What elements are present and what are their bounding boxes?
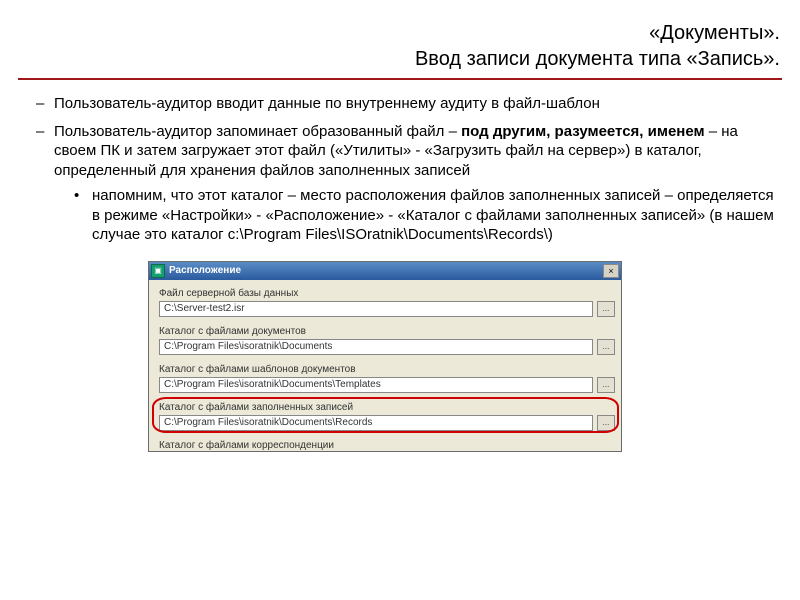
app-icon: ▣ — [151, 264, 165, 278]
field-label-2: Каталог с файлами документов — [159, 320, 615, 339]
header-rule — [18, 78, 782, 80]
bullet-2-text-1: Пользователь-аудитор запоминает образова… — [54, 123, 461, 140]
field-label-3: Каталог с файлами шаблонов документов — [159, 358, 615, 377]
bullet-1-text: Пользователь-аудитор вводит данные по вн… — [54, 95, 600, 112]
header-line2: Ввод записи документа типа «Запись». — [18, 46, 780, 72]
field-label-5: Каталог с файлами корреспонденции — [159, 434, 615, 451]
browse-button-4[interactable]: ... — [597, 415, 615, 431]
field-group-5: Каталог с файлами корреспонденции — [149, 432, 621, 451]
field-group-4: Каталог с файлами заполненных записей C:… — [149, 394, 621, 432]
close-button[interactable]: × — [603, 264, 619, 278]
field-input-documents[interactable]: C:\Program Files\isoratnik\Documents — [159, 339, 593, 355]
bullet-2: Пользователь-аудитор запоминает образова… — [36, 122, 782, 245]
sub-bullet-1-text: напомним, что этот каталог – место распо… — [92, 187, 774, 243]
field-group-3: Каталог с файлами шаблонов документов C:… — [149, 356, 621, 394]
dialog-screenshot: ▣ Расположение × Файл серверной базы дан… — [148, 261, 622, 452]
sub-bullet-1: напомним, что этот каталог – место распо… — [74, 186, 782, 245]
field-group-2: Каталог с файлами документов C:\Program … — [149, 318, 621, 356]
sub-bullet-list: напомним, что этот каталог – место распо… — [74, 186, 782, 245]
browse-button-2[interactable]: ... — [597, 339, 615, 355]
field-label-4: Каталог с файлами заполненных записей — [159, 396, 615, 415]
dialog-titlebar: ▣ Расположение × — [149, 262, 621, 280]
bullet-2-bold: под другим, разумеется, именем — [461, 123, 704, 140]
field-input-records[interactable]: C:\Program Files\isoratnik\Documents\Rec… — [159, 415, 593, 431]
dialog-title: Расположение — [169, 265, 603, 276]
header-line1: «Документы». — [18, 20, 780, 46]
field-label-1: Файл серверной базы данных — [159, 282, 615, 301]
browse-button-3[interactable]: ... — [597, 377, 615, 393]
bullet-list: Пользователь-аудитор вводит данные по вн… — [36, 94, 782, 245]
field-group-1: Файл серверной базы данных C:\Server-tes… — [149, 280, 621, 318]
browse-button-1[interactable]: ... — [597, 301, 615, 317]
slide-header: «Документы». Ввод записи документа типа … — [18, 20, 782, 72]
field-input-templates[interactable]: C:\Program Files\isoratnik\Documents\Tem… — [159, 377, 593, 393]
field-input-server-db[interactable]: C:\Server-test2.isr — [159, 301, 593, 317]
bullet-1: Пользователь-аудитор вводит данные по вн… — [36, 94, 782, 114]
